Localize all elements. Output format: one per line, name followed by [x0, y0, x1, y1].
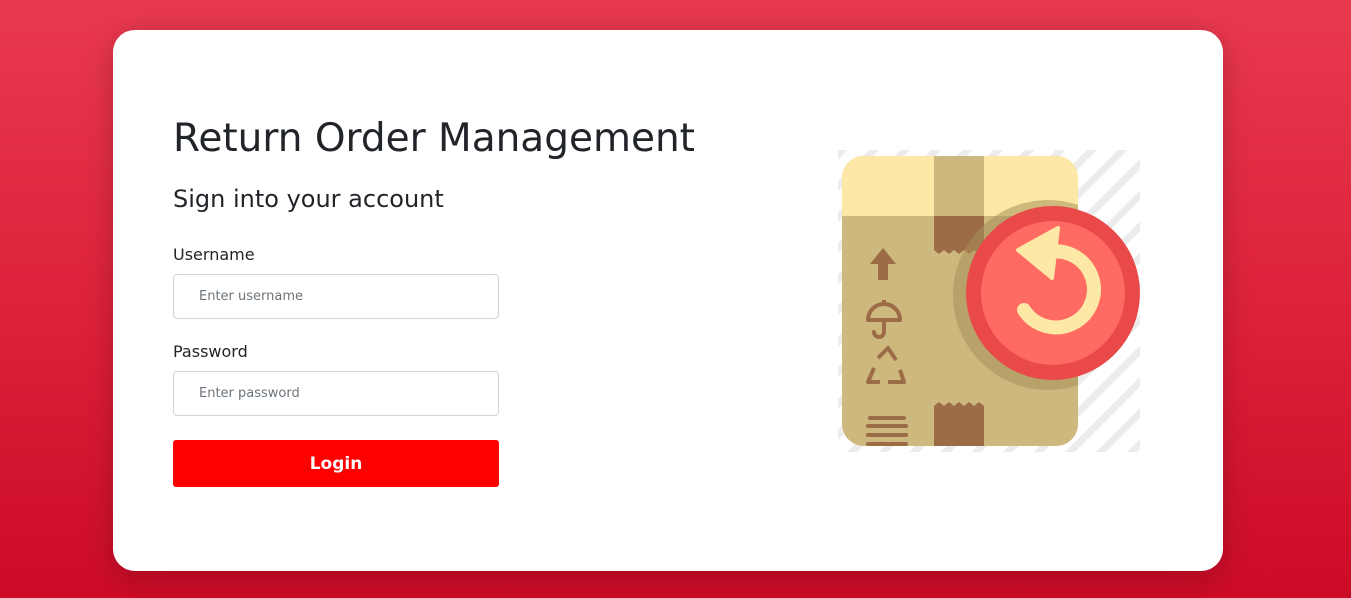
login-card: Return Order Management Sign into your a… [113, 30, 1223, 571]
username-label: Username [173, 245, 255, 264]
password-input[interactable] [173, 371, 499, 416]
page-subtitle: Sign into your account [173, 185, 444, 213]
password-label: Password [173, 342, 248, 361]
login-button[interactable]: Login [173, 440, 499, 487]
page-title: Return Order Management [173, 116, 695, 161]
return-package-icon [838, 150, 1148, 460]
username-input[interactable] [173, 274, 499, 319]
